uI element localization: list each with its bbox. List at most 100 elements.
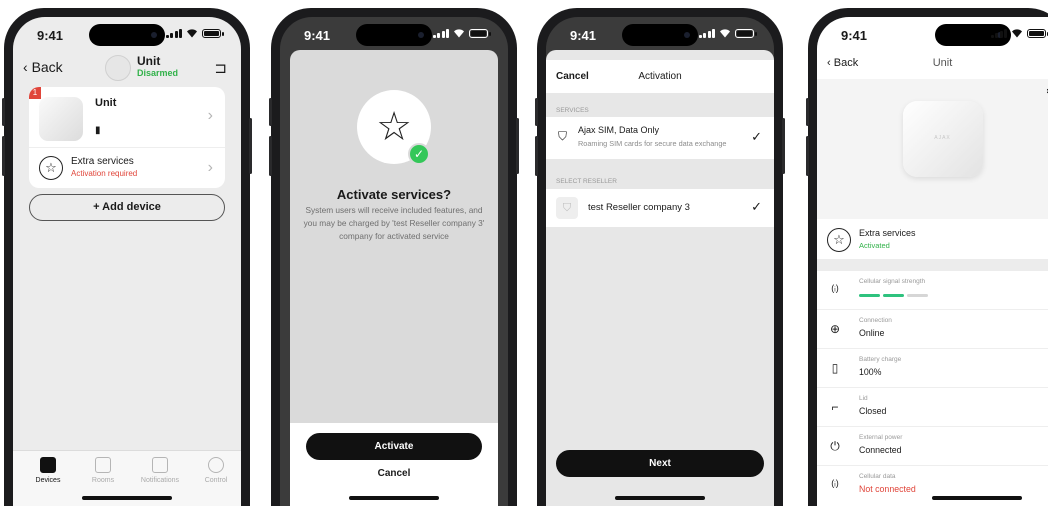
page-title: Unit (932, 57, 953, 69)
chevron-right-icon: › (207, 107, 213, 124)
hub-title: Unit (137, 54, 161, 68)
screen: 9:41 ‹ Back Unit Disarmed ⊐ 1 Unit ▮ › ☆… (13, 17, 241, 506)
reseller-row[interactable]: ⛉ test Reseller company 3 ✓ (546, 189, 774, 227)
unlock-icon[interactable]: ⊐ (214, 59, 227, 77)
tab-label: Control (204, 477, 228, 484)
section-gap (817, 259, 1048, 271)
property-label: Connection (859, 317, 892, 324)
tab-control[interactable]: Control (191, 457, 241, 484)
signal-strength-bar (859, 294, 928, 297)
sheet-title: Activation (638, 71, 682, 82)
property-label: Lid (859, 395, 868, 402)
dialog-actions: Activate Cancel (290, 423, 498, 506)
add-device-button[interactable]: + Add device (29, 194, 225, 221)
property-value: Not connected (859, 484, 916, 494)
connection-row: ⊕ Connection Online (817, 310, 1048, 349)
control-icon (208, 457, 224, 473)
battery-row: ▯ Battery charge 100% (817, 349, 1048, 388)
tab-label: Rooms (91, 477, 115, 484)
service-row[interactable]: ⛉ Ajax SIM, Data Only Roaming SIM cards … (546, 117, 774, 159)
reseller-shield-icon: ⛉ (556, 197, 578, 219)
signal-icon (165, 28, 182, 38)
extra-services-title: Extra services (859, 228, 916, 238)
tab-devices[interactable]: Devices (23, 457, 73, 484)
phone-activate-confirm: 9:41 ☆ ✓ Activate services? System users… (269, 8, 519, 506)
system-icons (165, 28, 224, 38)
modal-sheet: ☆ ✓ Activate services? System users will… (290, 50, 498, 506)
status-bar: 9:41 (280, 17, 508, 51)
signal-icon (990, 28, 1007, 38)
status-time: 9:41 (570, 28, 597, 43)
property-label: Cellular data (859, 473, 896, 480)
tab-rooms[interactable]: Rooms (78, 457, 128, 484)
sheet-header: Cancel Activation (546, 60, 774, 93)
next-button[interactable]: Next (556, 450, 764, 477)
globe-icon: ⊕ (829, 322, 841, 336)
battery-icon: ▯ (831, 361, 839, 375)
battery-icon (735, 28, 757, 38)
external-power-row: ⏻ External power Connected (817, 427, 1048, 466)
extra-services-row[interactable]: ☆ Extra services Activated › (817, 219, 1048, 259)
wifi-icon (454, 29, 464, 38)
system-icons (990, 28, 1048, 38)
signal-segment (907, 294, 928, 297)
lid-icon: ⌐ (831, 400, 839, 414)
service-description: Roaming SIM cards for secure data exchan… (578, 139, 727, 148)
phone-activation: 9:41 Cancel Activation SERVICES ⛉ Ajax S… (535, 8, 785, 506)
section-header-services: SERVICES (556, 107, 589, 114)
battery-icon (1027, 28, 1048, 38)
screen: 9:41 ‹ Back Unit ⚙ AJAX ☆ Extra services… (817, 17, 1048, 506)
phone-hub-details: 9:41 ‹ Back Unit ⚙ AJAX ☆ Extra services… (806, 8, 1048, 506)
star-icon: ☆ (827, 228, 851, 252)
signal-icon (432, 28, 449, 38)
status-time: 9:41 (841, 28, 868, 43)
hub-avatar (105, 55, 131, 81)
status-time: 9:41 (304, 28, 331, 43)
dialog-description: System users will receive included featu… (303, 205, 485, 241)
property-label: External power (859, 434, 903, 441)
dialog-title: Activate services? (336, 187, 452, 202)
home-indicator (932, 496, 1022, 500)
home-indicator (615, 496, 705, 500)
wifi-icon (720, 29, 730, 38)
nav-bar: ‹ Back Unit Disarmed ⊐ (13, 51, 241, 85)
tab-label: Notifications (140, 477, 180, 484)
tab-label: Devices (35, 477, 61, 484)
status-bar: 9:41 (817, 17, 1048, 51)
signal-icon (698, 28, 715, 38)
hub-title-block[interactable]: Unit Disarmed (137, 54, 178, 78)
antenna-icon: (ᵢ) (831, 478, 839, 488)
shield-icon: ⛉ (558, 129, 568, 143)
checkmark-icon: ✓ (751, 129, 762, 144)
antenna-icon: (ᵢ) (831, 283, 839, 293)
nav-bar: ‹ Back Unit (817, 51, 1048, 79)
service-name: Ajax SIM, Data Only (578, 125, 660, 135)
back-button[interactable]: ‹ Back (23, 59, 63, 75)
activate-button[interactable]: Activate (306, 433, 482, 460)
dynamic-island (622, 24, 698, 46)
extra-services-status: Activated (859, 241, 890, 250)
property-label: Battery charge (859, 356, 902, 363)
device-row[interactable]: 1 Unit ▮ › (29, 87, 225, 147)
status-time: 9:41 (37, 28, 64, 43)
status-bar: 9:41 (13, 17, 241, 51)
lid-row: ⌐ Lid Closed (817, 388, 1048, 427)
extra-services-title: Extra services (71, 156, 134, 167)
hub-image (39, 97, 83, 141)
extra-services-status: Activation required (71, 169, 138, 178)
device-name: Unit (95, 97, 117, 109)
chevron-right-icon: › (207, 159, 213, 176)
star-icon: ☆ (39, 156, 63, 180)
power-icon: ⏻ (830, 439, 840, 453)
extra-services-row[interactable]: ☆ Extra services Activation required › (29, 148, 225, 188)
tab-notifications[interactable]: Notifications (135, 457, 185, 484)
cancel-button[interactable]: Cancel (290, 468, 498, 479)
section-header-reseller: SELECT RESELLER (556, 178, 617, 185)
dynamic-island (89, 24, 165, 46)
wifi-icon (1012, 29, 1022, 38)
property-value: Closed (859, 406, 887, 416)
home-indicator (82, 496, 172, 500)
status-bar: 9:41 (546, 17, 774, 51)
signal-segment (859, 294, 880, 297)
hub-brand: AJAX (934, 135, 951, 141)
